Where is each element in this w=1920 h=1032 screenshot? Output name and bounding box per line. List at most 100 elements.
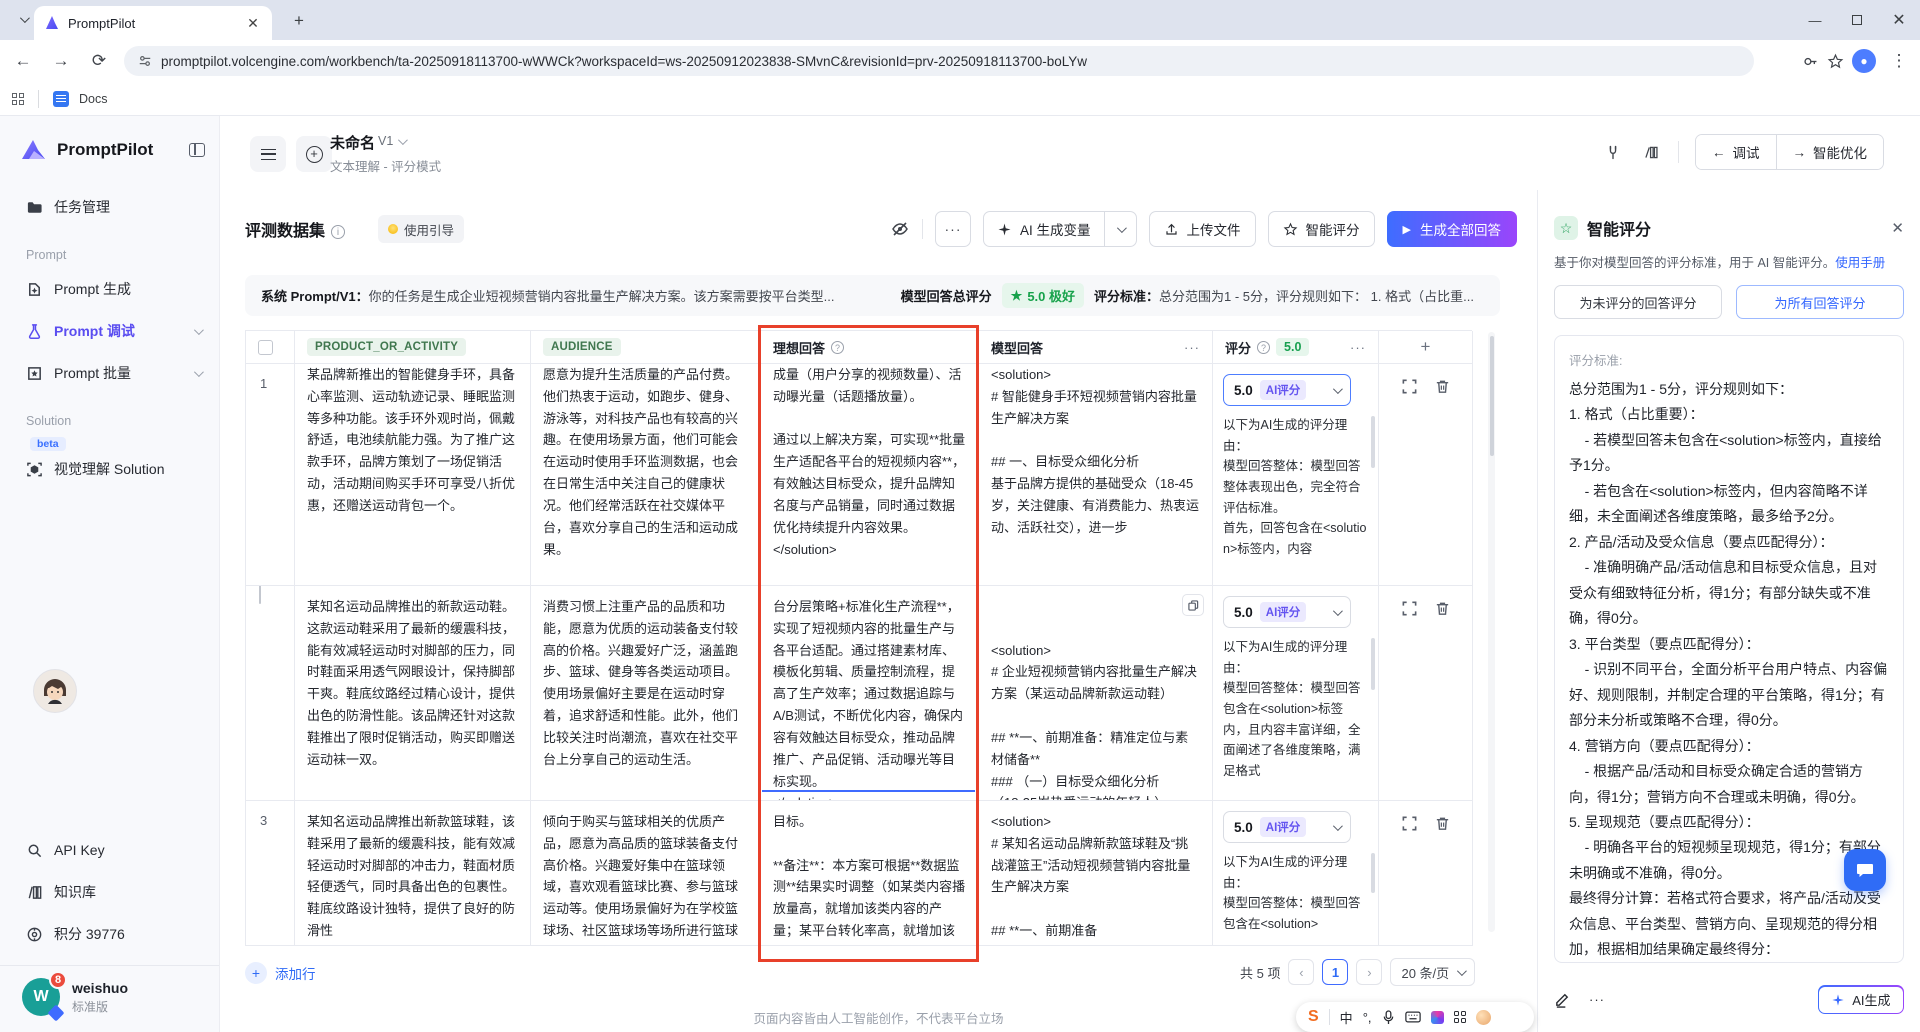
ai-generate-button[interactable]: AI生成 bbox=[1818, 985, 1904, 1014]
apps-grid-icon[interactable] bbox=[12, 93, 24, 105]
smart-score-button[interactable]: 智能评分 bbox=[1268, 211, 1375, 247]
manual-link[interactable]: 使用手册 bbox=[1835, 256, 1885, 270]
hide-column-icon[interactable] bbox=[890, 219, 910, 239]
ai-generate-variables-dropdown[interactable] bbox=[1104, 212, 1136, 246]
row-checkbox[interactable] bbox=[259, 586, 261, 604]
expand-icon[interactable] bbox=[1401, 600, 1418, 617]
reason-scrollbar[interactable] bbox=[1371, 638, 1375, 690]
column-header-model[interactable]: 模型回答 bbox=[991, 338, 1043, 357]
delete-icon[interactable] bbox=[1434, 815, 1451, 832]
reason-scrollbar[interactable] bbox=[1371, 853, 1375, 893]
score-all-button[interactable]: 为所有回答评分 bbox=[1736, 285, 1904, 319]
smart-optimize-button[interactable]: →智能优化 bbox=[1776, 135, 1884, 169]
sidebar-item-prompt-generate[interactable]: Prompt 生成 bbox=[0, 268, 219, 310]
generate-all-answers-button[interactable]: ▶生成全部回答 bbox=[1387, 211, 1517, 247]
expand-icon[interactable] bbox=[1401, 815, 1418, 832]
select-all-checkbox[interactable] bbox=[258, 340, 273, 355]
back-icon[interactable]: ← bbox=[8, 46, 38, 76]
cell-product[interactable]: 某知名运动品牌推出的新款运动鞋。这款运动鞋采用了最新的缓震科技，能有效减轻运动时… bbox=[295, 586, 531, 801]
browser-tab[interactable]: PromptPilot ✕ bbox=[34, 6, 272, 40]
delete-icon[interactable] bbox=[1434, 378, 1451, 395]
cell-product[interactable]: 某品牌新推出的智能健身手环，具备心率监测、运动轨迹记录、睡眠监测等多种功能。该手… bbox=[295, 364, 531, 586]
help-icon[interactable]: ? bbox=[1257, 341, 1270, 354]
chat-support-button[interactable] bbox=[1844, 849, 1886, 891]
assistant-avatar[interactable] bbox=[33, 669, 77, 713]
help-icon[interactable]: ? bbox=[831, 341, 844, 354]
current-page-button[interactable]: 1 bbox=[1322, 959, 1348, 985]
new-task-button[interactable]: + bbox=[296, 136, 332, 172]
keyboard-icon[interactable] bbox=[1405, 1011, 1421, 1023]
copy-icon[interactable] bbox=[1182, 594, 1204, 616]
cell-model-answer[interactable]: <solution> # 某知名运动品牌新款篮球鞋及“挑战灌篮王”活动短视频营销… bbox=[979, 801, 1213, 946]
sidebar-item-prompt-debug[interactable]: Prompt 调试 bbox=[0, 310, 219, 352]
cell-product[interactable]: 某知名运动品牌推出新款篮球鞋，该鞋采用了最新的缓震科技，能有效减轻运动时对脚部的… bbox=[295, 801, 531, 946]
page-size-select[interactable]: 20 条/页 bbox=[1390, 958, 1475, 986]
tab-search-icon[interactable] bbox=[12, 12, 34, 30]
add-column-button[interactable]: + bbox=[1421, 337, 1431, 357]
table-scrollbar[interactable] bbox=[1488, 332, 1495, 932]
system-prompt-bar[interactable]: 系统 Prompt/V1：你的任务是生成企业短视频营销内容批量生产解决方案。该方… bbox=[245, 275, 1500, 316]
browser-menu-icon[interactable]: ⋮ bbox=[1884, 46, 1914, 76]
column-header-ideal[interactable]: 理想回答 bbox=[773, 338, 825, 357]
cell-ideal-answer[interactable]: 台分层策略+标准化生产流程**，实现了短视频内容的批量生产与各平台适配。通过搭建… bbox=[761, 586, 979, 801]
score-select[interactable]: 5.0AI评分 bbox=[1223, 596, 1351, 628]
punctuation-icon[interactable]: °, bbox=[1363, 1010, 1372, 1025]
docs-bookmark[interactable]: Docs bbox=[79, 92, 107, 106]
cell-audience[interactable]: 消费习惯上注重产品的品质和功能，愿意为优质的运动装备支付较高的价格。兴趣爱好广泛… bbox=[531, 586, 761, 801]
sidebar-item-api-key[interactable]: API Key bbox=[0, 829, 219, 871]
cell-model-answer[interactable]: <solution> # 智能健身手环短视频营销内容批量生产解决方案 ## 一、… bbox=[979, 364, 1213, 586]
column-more-icon[interactable]: ··· bbox=[1184, 340, 1200, 355]
sidebar-item-vision-solution[interactable]: 视觉理解 Solution bbox=[0, 452, 219, 486]
column-header-audience[interactable]: AUDIENCE bbox=[543, 338, 621, 356]
info-icon[interactable]: i bbox=[331, 225, 345, 239]
prev-page-button[interactable]: ‹ bbox=[1288, 959, 1314, 985]
library-icon[interactable] bbox=[1640, 144, 1662, 161]
task-title[interactable]: 未命名 bbox=[330, 132, 375, 153]
toolbox-grid-icon[interactable] bbox=[1454, 1011, 1466, 1023]
reload-icon[interactable]: ⟳ bbox=[84, 46, 114, 76]
sidebar-item-prompt-batch[interactable]: Prompt 批量 bbox=[0, 352, 219, 394]
sidebar-item-knowledge-base[interactable]: 知识库 bbox=[0, 871, 219, 913]
sogou-icon[interactable]: S bbox=[1308, 1008, 1319, 1026]
cell-audience[interactable]: 愿意为提升生活质量的产品付费。他们热衷于运动，如跑步、健身、游泳等，对科技产品也… bbox=[531, 364, 761, 586]
new-tab-button[interactable]: + bbox=[288, 10, 310, 32]
more-actions-button[interactable]: ··· bbox=[935, 211, 971, 247]
ai-generate-variables-button[interactable]: AI 生成变量 bbox=[984, 212, 1104, 246]
window-close-button[interactable]: ✕ bbox=[1878, 0, 1920, 40]
score-select[interactable]: 5.0AI评分 bbox=[1223, 811, 1351, 843]
window-minimize-button[interactable]: — bbox=[1794, 0, 1836, 40]
forward-icon[interactable]: → bbox=[46, 46, 76, 76]
wrench-icon[interactable] bbox=[1602, 144, 1624, 161]
sidebar-item-task-management[interactable]: 任务管理 bbox=[0, 186, 219, 228]
score-select[interactable]: 5.0AI评分 bbox=[1223, 374, 1351, 406]
skin-icon[interactable] bbox=[1431, 1011, 1444, 1024]
version-selector[interactable]: V1 bbox=[378, 134, 405, 148]
sidebar-collapse-icon[interactable] bbox=[189, 143, 205, 157]
delete-icon[interactable] bbox=[1434, 600, 1451, 617]
menu-button[interactable] bbox=[250, 136, 286, 172]
cell-audience[interactable]: 倾向于购买与篮球相关的优质产品，愿意为高品质的篮球装备支付高价格。兴趣爱好集中在… bbox=[531, 801, 761, 946]
emoji-icon[interactable] bbox=[1476, 1010, 1491, 1025]
column-more-icon[interactable]: ··· bbox=[1350, 340, 1366, 355]
score-unscored-button[interactable]: 为未评分的回答评分 bbox=[1554, 285, 1722, 319]
microphone-icon[interactable] bbox=[1382, 1010, 1395, 1025]
chinese-mode-icon[interactable]: 中 bbox=[1340, 1008, 1353, 1027]
cell-model-answer[interactable]: <solution> # 企业短视频营销内容批量生产解决方案（某运动品牌新款运动… bbox=[979, 586, 1213, 801]
edit-pencil-icon[interactable] bbox=[1554, 991, 1571, 1008]
window-maximize-button[interactable] bbox=[1836, 0, 1878, 40]
bookmark-star-icon[interactable] bbox=[1827, 53, 1844, 70]
password-key-icon[interactable] bbox=[1802, 53, 1819, 70]
sidebar-item-credits[interactable]: 积分 39776 bbox=[0, 913, 219, 955]
add-row-button[interactable]: + 添加行 bbox=[245, 962, 316, 984]
ai-generate-variables-split-button[interactable]: AI 生成变量 bbox=[983, 211, 1137, 247]
browser-profile-avatar[interactable]: ● bbox=[1852, 49, 1876, 73]
panel-more-icon[interactable]: ··· bbox=[1589, 992, 1605, 1007]
debug-button[interactable]: ←调试 bbox=[1696, 135, 1776, 169]
url-bar[interactable]: promptpilot.volcengine.com/workbench/ta-… bbox=[124, 46, 1754, 76]
tab-close-icon[interactable]: ✕ bbox=[244, 14, 262, 32]
cell-ideal-answer[interactable]: 成量（用户分享的视频数量）、活动曝光量（话题播放量）。 通过以上解决方案，可实现… bbox=[761, 364, 979, 586]
cell-ideal-answer[interactable]: 目标。 **备注**：本方案可根据**数据监测**结果实时调整（如某类内容播放量… bbox=[761, 801, 979, 946]
upload-file-button[interactable]: 上传文件 bbox=[1149, 211, 1256, 247]
user-profile[interactable]: W 8 weishuo 标准版 bbox=[0, 966, 219, 1032]
next-page-button[interactable]: › bbox=[1356, 959, 1382, 985]
